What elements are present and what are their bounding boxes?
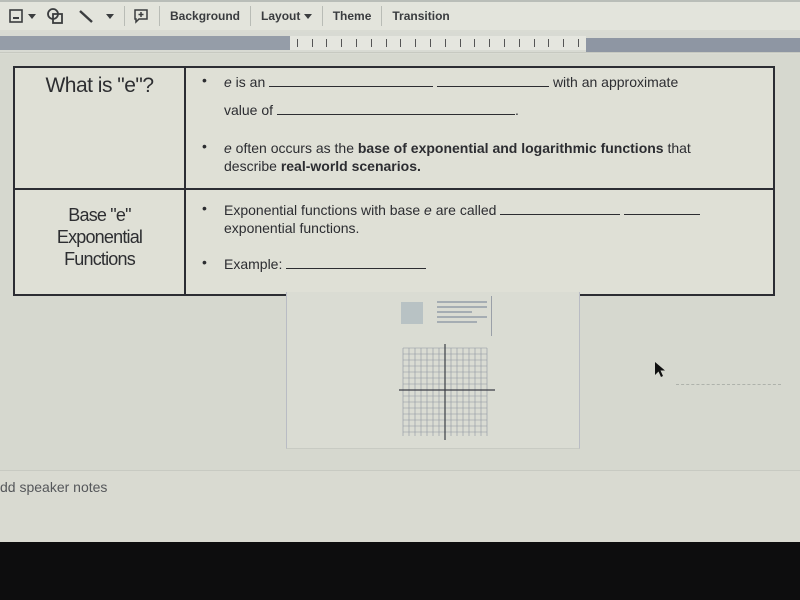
e-symbol: e <box>224 140 232 156</box>
coordinate-grid <box>399 344 495 440</box>
image-insert-icon[interactable] <box>8 6 24 26</box>
thumbnail-divider <box>491 296 492 336</box>
editor-toolbar: Background Layout Theme Transition <box>0 0 800 30</box>
fill-in-blank[interactable] <box>276 104 515 115</box>
toolbar-divider <box>124 6 125 26</box>
bold-text: base of exponential and logarithmic func… <box>357 140 664 156</box>
ruler-margin-left <box>0 36 290 50</box>
toolbar-divider <box>250 6 252 26</box>
mini-graph-thumbnail <box>401 302 423 324</box>
speaker-notes-panel[interactable]: dd speaker notes <box>0 470 800 543</box>
mouse-cursor-icon <box>655 362 665 377</box>
table-row: What is "e"? • e is an with an approxima… <box>15 68 773 190</box>
ruler-margin-right <box>586 38 800 52</box>
text-segment: that <box>663 140 691 156</box>
fill-in-blank[interactable] <box>624 204 701 215</box>
horizontal-ruler[interactable] <box>0 32 800 53</box>
fill-in-blank[interactable] <box>437 76 550 87</box>
e-symbol: e <box>424 202 432 218</box>
screen-bezel <box>0 542 800 600</box>
text-segment: Example: <box>224 256 283 272</box>
bold-text: real-world scenarios. <box>280 158 421 174</box>
bullet-icon: • <box>202 254 207 270</box>
example-line: Example: <box>224 256 427 272</box>
slide-canvas[interactable]: What is "e"? • e is an with an approxima… <box>0 54 800 484</box>
fill-in-blank[interactable] <box>269 76 434 87</box>
toolbar-divider <box>381 6 383 26</box>
base-description-line-2: describe real-world scenarios. <box>224 158 421 174</box>
table-row: Base "e" Exponential Functions • Exponen… <box>15 190 773 294</box>
row-content-cell[interactable]: • Exponential functions with base e are … <box>188 190 773 294</box>
heading-line: Functions <box>64 249 136 269</box>
text-segment: exponential functions. <box>224 220 360 236</box>
text-segment: often occurs as the <box>231 140 358 156</box>
bullet-icon: • <box>202 72 207 88</box>
definition-line-2: value of . <box>224 102 519 118</box>
exp-functions-line-2: exponential functions. <box>224 220 359 236</box>
fill-in-blank[interactable] <box>286 258 427 269</box>
notes-table[interactable]: What is "e"? • e is an with an approxima… <box>13 66 775 296</box>
dropdown-arrow-icon <box>303 14 312 19</box>
e-symbol: e <box>224 74 232 90</box>
heading-line: Exponential <box>56 227 143 247</box>
toolbar-divider <box>321 6 323 26</box>
exp-functions-line-1: Exponential functions with base e are ca… <box>224 202 701 218</box>
row-heading: What is "e"? <box>45 74 154 97</box>
shape-icon[interactable] <box>46 6 64 26</box>
bullet-icon: • <box>202 200 207 216</box>
add-comment-icon[interactable] <box>133 6 149 26</box>
row-content-cell[interactable]: • e is an with an approximate value of .… <box>188 68 773 188</box>
base-description-line-1: e often occurs as the base of exponentia… <box>224 140 691 156</box>
layout-label: Layout <box>261 9 301 23</box>
background-button[interactable]: Background <box>166 9 244 23</box>
heading-line: Base "e" <box>68 205 131 225</box>
row-heading: Base "e" Exponential Functions <box>15 204 184 270</box>
text-segment: are called <box>431 202 497 218</box>
text-segment: . <box>514 102 519 118</box>
speaker-notes-placeholder[interactable]: dd speaker notes <box>0 479 107 495</box>
layout-button[interactable]: Layout <box>257 9 316 23</box>
line-icon[interactable] <box>78 6 94 26</box>
text-segment: value of <box>224 102 274 118</box>
dashed-guide <box>676 384 781 385</box>
thumbnail-text-block <box>437 298 487 328</box>
toolbar-divider <box>159 6 160 26</box>
ruler-scale <box>290 36 586 50</box>
theme-button[interactable]: Theme <box>329 9 376 23</box>
row-label-cell[interactable]: Base "e" Exponential Functions <box>15 190 186 294</box>
transition-button[interactable]: Transition <box>388 9 453 23</box>
definition-line-1: e is an with an approximate <box>224 74 678 90</box>
embedded-image[interactable] <box>286 292 580 449</box>
text-segment: is an <box>231 74 266 90</box>
text-segment: describe <box>224 158 281 174</box>
fill-in-blank[interactable] <box>500 204 621 215</box>
text-segment: Exponential functions with base <box>224 202 425 218</box>
text-segment: with an approximate <box>552 74 679 90</box>
bullet-icon: • <box>202 138 207 154</box>
dropdown-arrow-icon[interactable] <box>106 6 114 26</box>
row-label-cell[interactable]: What is "e"? <box>15 68 186 188</box>
dropdown-arrow-icon[interactable] <box>28 6 36 26</box>
